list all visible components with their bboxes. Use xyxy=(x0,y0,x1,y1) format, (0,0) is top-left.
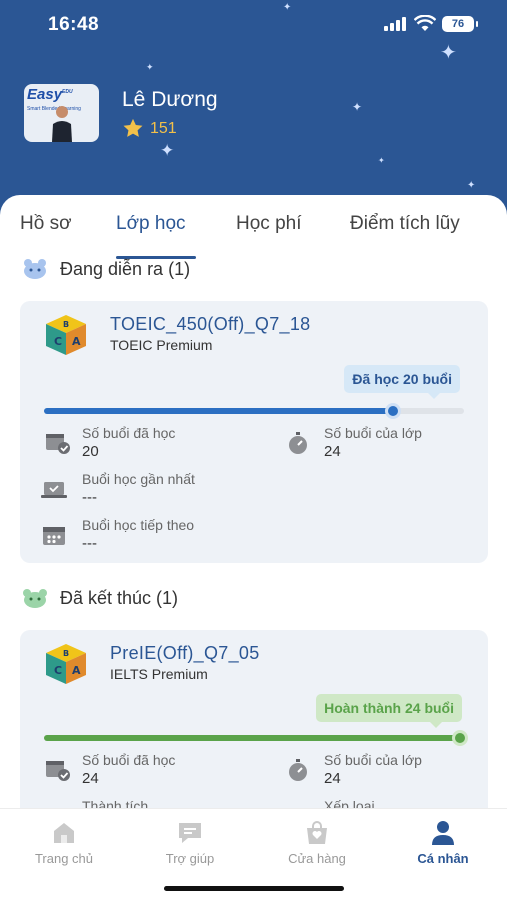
stat-value: 24 xyxy=(324,443,341,460)
sparkle-icon: ✦ xyxy=(283,2,292,13)
sparkle-icon: ✦ xyxy=(378,156,385,165)
finished-section-header: Đã kết thúc (1) xyxy=(22,587,178,609)
sparkle-icon: ✦ xyxy=(352,100,363,114)
stat-label: Buổi học gần nhất xyxy=(82,471,195,487)
avatar[interactable]: EasyEDU Smart Blended Learning xyxy=(24,84,99,142)
profile-header: 16:48 76 ✦ ✦ ✦ ✦ ✦ ✦ ✦ EasyEDU Smart Ble… xyxy=(0,0,507,215)
stopwatch-icon xyxy=(289,432,307,454)
shopping-bag-icon xyxy=(307,821,327,844)
nav-label: Cửa hàng xyxy=(288,851,346,866)
cellular-signal-icon xyxy=(384,17,406,31)
ongoing-section-title: Đang diễn ra (1) xyxy=(60,258,191,279)
course-name: TOEIC_450(Off)_Q7_18 xyxy=(110,314,311,334)
wifi-icon xyxy=(414,15,436,31)
sparkle-icon: ✦ xyxy=(440,42,457,64)
mascot-icon xyxy=(23,589,47,608)
stat-label: Số buổi đã học xyxy=(82,425,176,441)
sparkle-icon: ✦ xyxy=(467,180,476,191)
tab-profile[interactable]: Hồ sơ xyxy=(20,213,72,235)
course-type: TOEIC Premium xyxy=(110,337,213,353)
laptop-icon xyxy=(41,482,67,498)
svg-text:B: B xyxy=(63,320,69,329)
calendar-check-icon xyxy=(46,434,70,454)
content-sheet: Hồ sơ Lớp học Học phí Điểm tích lũy Đang… xyxy=(0,195,507,900)
nav-store[interactable]: Cửa hàng xyxy=(262,819,372,866)
stat-label: Buổi học tiếp theo xyxy=(82,517,195,533)
tab-classes[interactable]: Lớp học xyxy=(116,213,186,235)
tab-bar: Hồ sơ Lớp học Học phí Điểm tích lũy xyxy=(0,213,507,259)
home-icon xyxy=(54,823,74,843)
sparkle-icon: ✦ xyxy=(146,62,154,72)
nav-help[interactable]: Trợ giúp xyxy=(135,819,245,866)
ongoing-course-card[interactable]: C A B TOEIC_450(Off)_Q7_18 TOEIC Premium… xyxy=(20,301,488,563)
status-bar: 16:48 76 xyxy=(0,12,507,38)
tab-tuition[interactable]: Học phí xyxy=(236,213,301,235)
profile-name: Lê Dương xyxy=(122,88,218,111)
stopwatch-icon xyxy=(289,759,307,781)
ongoing-section-header: Đang diễn ra (1) xyxy=(22,258,190,280)
svg-text:C: C xyxy=(54,335,62,348)
brand-logo: EasyEDU xyxy=(27,86,73,103)
tab-reward-points[interactable]: Điểm tích lũy xyxy=(350,213,460,235)
stat-value: --- xyxy=(82,489,97,506)
finished-course-card[interactable]: C A B PreIE(Off)_Q7_05 IELTS Premium Hoà… xyxy=(20,630,488,830)
progress-knob xyxy=(385,403,401,419)
nav-home[interactable]: Trang chủ xyxy=(9,819,119,866)
svg-text:A: A xyxy=(72,664,81,677)
progress-label: Đã học 20 buổi xyxy=(344,365,460,399)
chat-help-icon xyxy=(179,823,201,843)
progress-fill xyxy=(44,408,393,414)
nav-label: Cá nhân xyxy=(417,851,469,866)
svg-text:C: C xyxy=(54,664,62,677)
progress-bar xyxy=(44,403,464,419)
stat-value: 24 xyxy=(324,770,341,787)
nav-label: Trang chủ xyxy=(34,851,94,866)
svg-text:A: A xyxy=(72,335,81,348)
progress-knob xyxy=(452,730,468,746)
progress-label: Hoàn thành 24 buổi xyxy=(316,694,462,728)
calendar-check-icon xyxy=(46,761,70,781)
stat-label: Số buổi của lớp xyxy=(324,425,422,441)
svg-text:B: B xyxy=(63,649,69,658)
stat-label: Số buổi đã học xyxy=(82,752,176,768)
calendar-icon xyxy=(43,527,65,545)
points-value: 151 xyxy=(150,119,177,137)
stat-value: 24 xyxy=(82,770,99,787)
progress-bar xyxy=(44,730,468,746)
mascot-icon xyxy=(24,259,46,279)
stat-value: --- xyxy=(82,535,97,552)
course-name: PreIE(Off)_Q7_05 xyxy=(110,643,260,663)
points-display: 151 xyxy=(122,118,177,139)
stat-value: 20 xyxy=(82,443,99,460)
abc-block-icon: C A B xyxy=(46,644,86,684)
nav-profile[interactable]: Cá nhân xyxy=(388,819,498,866)
user-icon xyxy=(432,821,454,845)
progress-fill xyxy=(44,735,464,741)
course-type: IELTS Premium xyxy=(110,666,208,682)
stat-label: Số buổi của lớp xyxy=(324,752,422,768)
status-time: 16:48 xyxy=(48,14,100,35)
finished-section-title: Đã kết thúc (1) xyxy=(60,587,179,608)
nav-label: Trợ giúp xyxy=(165,851,215,866)
abc-block-icon: C A B xyxy=(46,315,86,355)
star-icon xyxy=(123,118,143,137)
person-photo xyxy=(52,106,72,142)
sparkle-icon: ✦ xyxy=(160,141,175,160)
battery-indicator: 76 xyxy=(442,16,478,32)
home-indicator xyxy=(164,886,344,891)
